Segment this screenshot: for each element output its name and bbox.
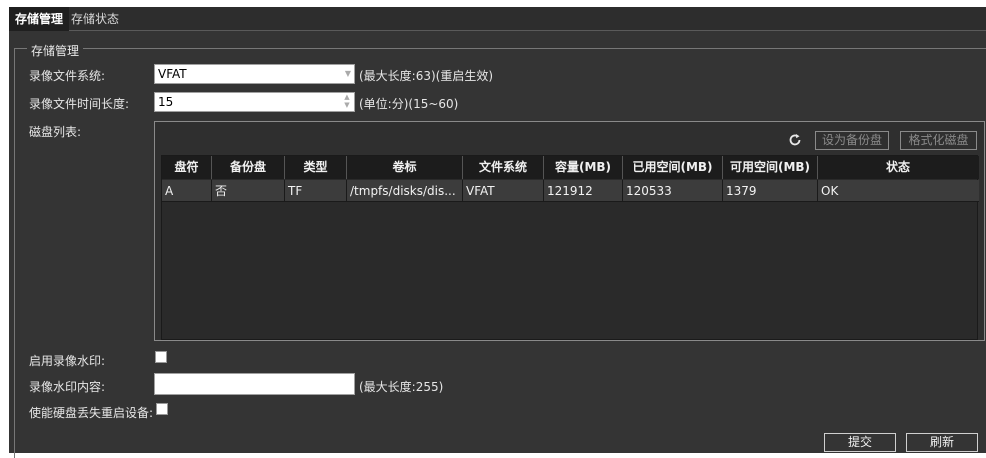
fs-select[interactable]: VFAT ▼ — [154, 64, 355, 84]
reboot-on-disk-loss-label: 使能硬盘丢失重启设备: — [29, 406, 154, 420]
watermark-enable-label: 启用录像水印: — [29, 354, 106, 368]
column-header: 容量(MB) — [544, 156, 623, 179]
cell-capacity: 121912 — [544, 180, 623, 202]
watermark-content-input[interactable] — [154, 373, 355, 395]
tab-bar: 存储管理 存储状态 — [9, 7, 986, 31]
duration-hint: (单位:分)(15~60) — [359, 97, 459, 111]
tab-storage-management[interactable]: 存储管理 — [9, 7, 70, 31]
tab-storage-status[interactable]: 存储状态 — [65, 7, 125, 31]
fs-select-value: VFAT — [158, 67, 187, 81]
column-header: 卷标 — [347, 156, 463, 179]
chevron-down-icon: ▼ — [344, 69, 351, 78]
spin-arrows-icon[interactable]: ▲ ▼ — [343, 93, 351, 111]
column-header: 可用空间(MB) — [723, 156, 818, 179]
fs-label: 录像文件系统: — [29, 69, 106, 83]
cell-backup: 否 — [212, 180, 285, 202]
storage-app: 存储管理 存储状态 存储管理 录像文件系统: VFAT ▼ (最大长度:63)(… — [9, 7, 986, 458]
cell-volume-label: /tmpfs/disks/dis... — [347, 180, 463, 202]
refresh-button[interactable]: 刷新 — [906, 433, 978, 452]
cell-file-system: VFAT — [463, 180, 544, 202]
column-header: 盘符 — [162, 156, 212, 179]
duration-spinbox[interactable]: 15 ▲ ▼ — [154, 92, 355, 112]
submit-button[interactable]: 提交 — [824, 433, 896, 452]
reboot-on-disk-loss-checkbox[interactable] — [156, 403, 168, 415]
watermark-enable-checkbox[interactable] — [155, 351, 167, 363]
refresh-icon[interactable] — [788, 133, 802, 147]
disk-list-label: 磁盘列表: — [29, 125, 82, 139]
cell-status: OK — [821, 184, 839, 198]
table-row[interactable]: A 否 TF /tmpfs/disks/dis... VFAT 121912 1… — [162, 180, 979, 202]
cell-type: TF — [285, 180, 347, 202]
duration-value: 15 — [158, 95, 174, 109]
format-disk-button[interactable]: 格式化磁盘 — [900, 131, 977, 150]
watermark-content-hint: (最大长度:255) — [359, 380, 444, 394]
table-header: 盘符 备份盘 类型 卷标 文件系统 容量(MB) 已用空间(MB) 可用空间(M… — [162, 156, 979, 179]
column-header: 文件系统 — [463, 156, 544, 179]
group-title: 存储管理 — [27, 42, 84, 59]
set-backup-disk-button[interactable]: 设为备份盘 — [815, 131, 889, 150]
cell-free-space: 1379 — [723, 180, 818, 202]
cell-used-space: 120533 — [623, 180, 723, 202]
column-header: 备份盘 — [212, 156, 285, 179]
column-header: 状态 — [885, 160, 910, 174]
watermark-content-label: 录像水印内容: — [29, 380, 106, 394]
column-header: 已用空间(MB) — [623, 156, 723, 179]
fs-hint: (最大长度:63)(重启生效) — [359, 69, 494, 83]
disk-table: 盘符 备份盘 类型 卷标 文件系统 容量(MB) 已用空间(MB) 可用空间(M… — [161, 155, 979, 340]
cell-drive-letter: A — [162, 180, 212, 202]
duration-label: 录像文件时间长度: — [29, 97, 130, 111]
column-header: 类型 — [285, 156, 347, 179]
